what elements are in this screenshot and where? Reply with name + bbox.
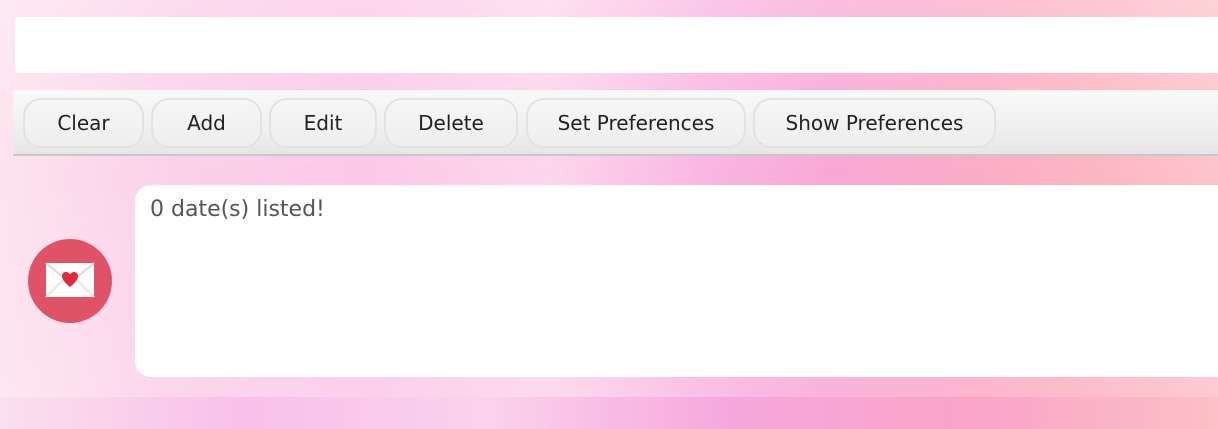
love-letter-icon	[45, 262, 95, 298]
status-bar	[0, 397, 1218, 429]
set-preferences-button[interactable]: Set Preferences	[526, 98, 746, 148]
delete-button[interactable]: Delete	[384, 98, 518, 148]
clear-button[interactable]: Clear	[23, 98, 144, 148]
add-button[interactable]: Add	[151, 98, 262, 148]
avatar	[28, 239, 112, 323]
edit-button[interactable]: Edit	[269, 98, 377, 148]
toolbar: Clear Add Edit Delete Set Preferences Sh…	[13, 90, 1218, 156]
show-preferences-button[interactable]: Show Preferences	[753, 98, 996, 148]
command-box[interactable]	[15, 17, 1218, 73]
result-display: 0 date(s) listed!	[135, 185, 1218, 377]
result-message: 0 date(s) listed!	[150, 197, 325, 222]
command-input[interactable]	[15, 17, 1218, 73]
